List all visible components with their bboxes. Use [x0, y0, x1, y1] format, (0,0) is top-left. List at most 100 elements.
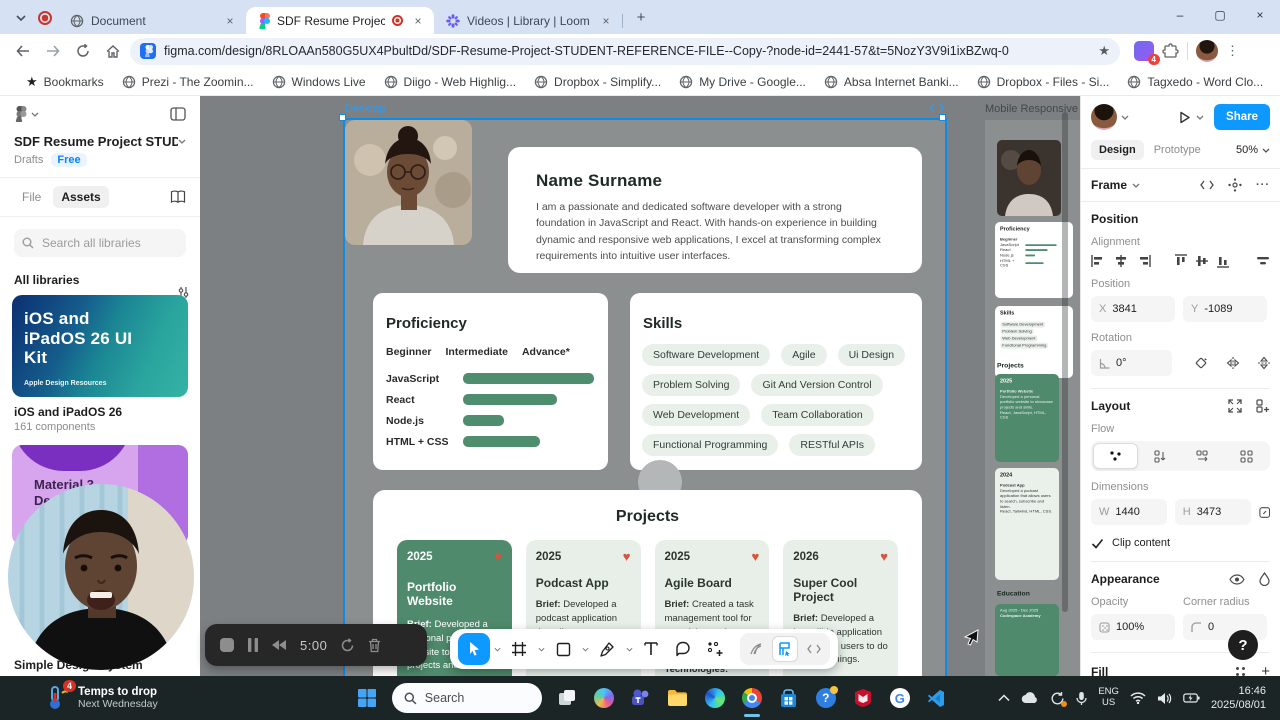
- flip-vertical-icon[interactable]: [1258, 356, 1270, 370]
- frame-label-desktop[interactable]: Desktop: [345, 103, 385, 115]
- tab-file[interactable]: File: [14, 186, 49, 208]
- bookmark-star-icon[interactable]: ★: [1098, 43, 1110, 59]
- bookmark-item[interactable]: My Drive - Google...: [671, 72, 814, 92]
- desktop-frame[interactable]: Name Surname I am a passionate and dedic…: [343, 118, 947, 676]
- x-position-input[interactable]: X 3841: [1091, 296, 1175, 322]
- tab-design[interactable]: Design: [1091, 140, 1144, 160]
- taskbar-clock[interactable]: 16:46 2025/08/01: [1211, 684, 1266, 713]
- bookmark-item[interactable]: Prezi - The Zoomin...: [114, 72, 262, 92]
- pen-tool-button[interactable]: [592, 634, 622, 664]
- new-tab-button[interactable]: +: [628, 4, 654, 30]
- blend-droplet-icon[interactable]: [1259, 572, 1270, 586]
- share-button[interactable]: Share: [1214, 104, 1270, 130]
- flow-freeform-option[interactable]: [1093, 443, 1139, 469]
- move-tool-button[interactable]: [458, 633, 490, 665]
- resize-to-fit-icon[interactable]: [1228, 399, 1242, 413]
- teams-icon[interactable]: [629, 686, 653, 710]
- copilot-icon[interactable]: [592, 686, 616, 710]
- selection-handle[interactable]: [339, 114, 346, 121]
- chevron-down-icon[interactable]: [1132, 183, 1140, 188]
- bookmark-item[interactable]: Absa Internet Banki...: [816, 72, 967, 92]
- bookmarks-overflow-chevrons[interactable]: »: [1273, 72, 1280, 92]
- tidy-up-icon[interactable]: [1256, 256, 1270, 266]
- file-title[interactable]: SDF Resume Project STUD...: [14, 134, 178, 149]
- width-input[interactable]: W 1440: [1091, 499, 1167, 525]
- flip-horizontal-icon[interactable]: [1226, 357, 1240, 369]
- breadcrumb[interactable]: Drafts: [14, 154, 43, 166]
- dev-code-icon[interactable]: [1200, 180, 1214, 190]
- shape-tool-chevron-icon[interactable]: [580, 647, 590, 652]
- design-mode-toggle-selected[interactable]: [772, 636, 798, 662]
- rotation-input[interactable]: 0°: [1091, 350, 1172, 376]
- webcam-overlay[interactable]: [8, 484, 194, 670]
- flow-vertical-option[interactable]: [1138, 443, 1181, 469]
- shape-tool-button[interactable]: [548, 634, 578, 664]
- bookmark-item[interactable]: Windows Live: [264, 72, 374, 92]
- resume-portrait-photo[interactable]: [345, 120, 472, 245]
- battery-icon[interactable]: [1183, 693, 1200, 703]
- taskbar-search-input[interactable]: Search: [391, 683, 542, 713]
- move-tool-chevron-icon[interactable]: [492, 647, 502, 652]
- reload-button[interactable]: [70, 38, 96, 64]
- stop-recording-button[interactable]: [219, 637, 235, 653]
- onedrive-icon[interactable]: [1021, 692, 1039, 704]
- library-book-icon[interactable]: [170, 190, 186, 204]
- frame-tool-chevron-icon[interactable]: [536, 647, 546, 652]
- bookmark-item-bookmarks[interactable]: ★ Bookmarks: [18, 71, 112, 93]
- visibility-eye-icon[interactable]: [1229, 573, 1245, 585]
- more-options-icon[interactable]: ···: [1256, 179, 1270, 191]
- frame-code-icon[interactable]: [930, 103, 944, 113]
- language-indicator[interactable]: ENG US: [1098, 686, 1119, 709]
- align-middle-v-icon[interactable]: [1196, 254, 1208, 268]
- file-explorer-icon[interactable]: [666, 686, 690, 710]
- chevron-down-icon[interactable]: [1196, 115, 1204, 120]
- tab-search-chevron-icon[interactable]: [8, 5, 34, 31]
- zoom-level[interactable]: 50%: [1236, 144, 1270, 156]
- bookmark-item[interactable]: Diigo - Web Highlig...: [376, 72, 525, 92]
- draw-mode-icon[interactable]: [743, 636, 769, 662]
- actions-tool-button[interactable]: [700, 634, 730, 664]
- text-tool-button[interactable]: [636, 634, 666, 664]
- constrain-proportions-icon[interactable]: [1258, 506, 1270, 519]
- align-left-icon[interactable]: [1091, 255, 1105, 267]
- chevron-down-icon[interactable]: [178, 139, 186, 144]
- user-avatar[interactable]: [1091, 104, 1117, 130]
- tray-show-hidden-icon[interactable]: [998, 694, 1010, 702]
- rotate-icon[interactable]: [1194, 356, 1208, 370]
- maximize-button[interactable]: ▢: [1200, 0, 1240, 30]
- tab-close-icon[interactable]: ×: [222, 13, 238, 29]
- selection-type-label[interactable]: Frame: [1091, 178, 1127, 192]
- opacity-input[interactable]: 100%: [1091, 614, 1175, 640]
- tab-figma-active[interactable]: SDF Resume Project STUDE ×: [246, 7, 434, 34]
- pause-button[interactable]: [248, 638, 258, 652]
- vscode-icon[interactable]: [925, 686, 949, 710]
- add-auto-layout-icon[interactable]: [1256, 399, 1270, 413]
- align-center-h-icon[interactable]: [1114, 255, 1128, 267]
- tab-assets[interactable]: Assets: [53, 186, 109, 208]
- browser-profile-avatar[interactable]: [1196, 40, 1218, 62]
- dev-mode-code-icon[interactable]: [801, 636, 827, 662]
- google-icon[interactable]: G: [888, 686, 912, 710]
- tab-loom[interactable]: Videos | Library | Loom ×: [434, 7, 623, 34]
- mcafee-icon[interactable]: [851, 686, 875, 710]
- taskbar-weather-widget[interactable]: 4 Temps to drop Next Wednesday: [0, 680, 330, 711]
- task-view-icon[interactable]: [555, 686, 579, 710]
- extension-icon[interactable]: 4: [1134, 41, 1160, 65]
- comment-tool-button[interactable]: [668, 634, 698, 664]
- tab-close-icon[interactable]: ×: [410, 13, 426, 29]
- selection-handle[interactable]: [939, 114, 946, 121]
- height-input[interactable]: H 3473: [1174, 499, 1251, 525]
- library-search-input[interactable]: Search all libraries: [14, 229, 186, 257]
- present-play-icon[interactable]: [1177, 110, 1192, 125]
- volume-icon[interactable]: [1157, 692, 1172, 705]
- edge-icon[interactable]: [703, 686, 727, 710]
- resume-proficiency-card[interactable]: Proficiency Beginner Intermediate Advanc…: [373, 293, 608, 470]
- toggle-sidebar-icon[interactable]: [170, 107, 186, 121]
- frame-tool-button[interactable]: [504, 634, 534, 664]
- align-right-icon[interactable]: [1137, 255, 1151, 267]
- flow-grid-option[interactable]: [1225, 443, 1268, 469]
- extensions-puzzle-icon[interactable]: [1162, 42, 1179, 60]
- restart-recording-button[interactable]: [340, 637, 355, 653]
- microsoft-store-icon[interactable]: [777, 686, 801, 710]
- chrome-icon-active[interactable]: [740, 686, 764, 717]
